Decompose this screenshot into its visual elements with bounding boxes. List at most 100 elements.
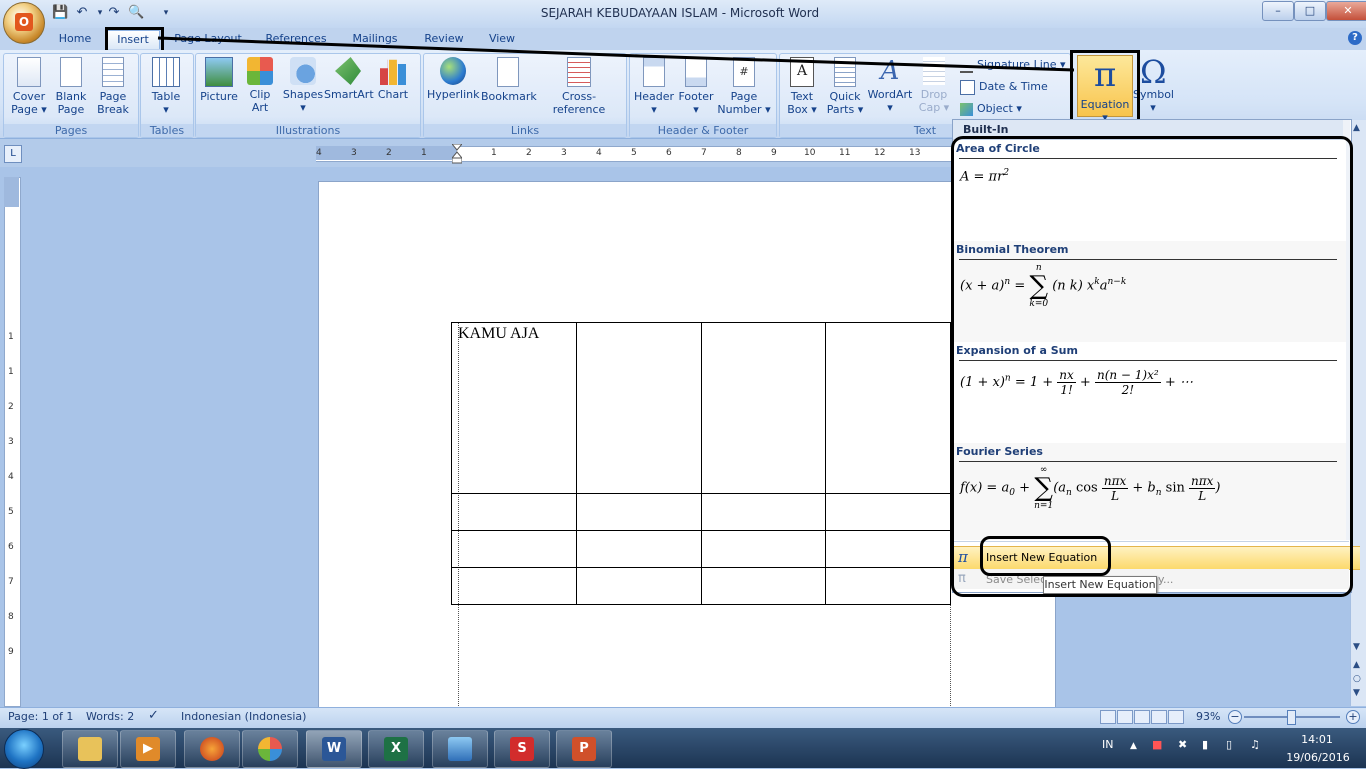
table-row: KAMU AJA (451, 322, 951, 494)
vruler-number: 9 (8, 647, 14, 657)
office-logo-icon: O (15, 13, 33, 31)
table-cell[interactable] (575, 492, 702, 531)
ruler-number: 3 (561, 148, 567, 158)
table-row (451, 492, 951, 531)
ruler-number: 9 (771, 148, 777, 158)
folder-icon (78, 737, 102, 761)
ruler-number: 10 (804, 148, 816, 158)
table-cell[interactable] (825, 492, 951, 531)
table-cell[interactable] (451, 529, 577, 568)
ruler-numbers: 4 3 2 1 1 2 3 4 5 6 7 8 9 10 11 12 13 (316, 146, 954, 160)
ruler-number: 3 (351, 148, 357, 158)
proofing-icon[interactable]: ✓ (148, 708, 159, 723)
draft-view-icon[interactable] (1168, 710, 1184, 724)
scroll-down-icon[interactable]: ▼ (1353, 642, 1360, 652)
browse-object-icon[interactable]: ○ (1353, 674, 1361, 684)
taskbar-word[interactable]: W (306, 730, 362, 768)
show-hidden-icons[interactable]: ▲ (1130, 741, 1137, 751)
app-icon: S (510, 737, 534, 761)
print-layout-view-icon[interactable] (1100, 710, 1116, 724)
ruler-number: 12 (874, 148, 886, 158)
table-cell[interactable] (700, 529, 827, 568)
document-table[interactable]: KAMU AJA (451, 322, 951, 606)
word-icon: W (322, 737, 346, 761)
table-cell[interactable] (825, 322, 951, 494)
gallery-header-label: Built-In (963, 123, 1009, 136)
power-icon[interactable]: ▯ (1226, 738, 1232, 751)
taskbar-explorer[interactable] (62, 730, 118, 768)
ruler-number: 6 (666, 148, 672, 158)
zoom-slider-thumb[interactable] (1287, 710, 1296, 725)
taskbar-media-player[interactable]: ▶ (120, 730, 176, 768)
table-cell[interactable] (825, 566, 951, 606)
table-cell[interactable] (451, 492, 577, 531)
vruler-number: 1 (8, 367, 14, 377)
ruler-number: 8 (736, 148, 742, 158)
vruler-number: 3 (8, 437, 14, 447)
table-cell[interactable] (575, 529, 702, 568)
vruler-number: 5 (8, 507, 14, 517)
ruler-number: 4 (596, 148, 602, 158)
web-layout-view-icon[interactable] (1134, 710, 1150, 724)
scroll-up-icon[interactable]: ▲ (1353, 123, 1360, 133)
firefox-icon (200, 737, 224, 761)
table-cell[interactable]: KAMU AJA (451, 322, 577, 494)
vruler-number: 6 (8, 542, 14, 552)
clock-time[interactable]: 14:01 (1297, 733, 1337, 746)
taskbar-excel[interactable]: X (368, 730, 424, 768)
table-row (451, 566, 951, 606)
zoom-level[interactable]: 93% (1196, 710, 1220, 723)
ruler-number: 11 (839, 148, 851, 158)
powerpoint-icon: P (572, 737, 596, 761)
tray-app-icon[interactable]: ■ (1152, 738, 1162, 751)
page-count-status[interactable]: Page: 1 of 1 (8, 710, 73, 723)
vruler-number: 4 (8, 472, 14, 482)
table-cell[interactable] (700, 322, 827, 494)
taskbar-paint[interactable] (242, 730, 298, 768)
word-count-status[interactable]: Words: 2 (86, 710, 134, 723)
table-row (451, 529, 951, 568)
start-button[interactable] (4, 729, 44, 769)
tray-tool-icon[interactable]: ✖ (1178, 738, 1187, 751)
table-cell[interactable] (700, 492, 827, 531)
vruler-number: 8 (8, 612, 14, 622)
media-player-icon: ▶ (136, 737, 160, 761)
outline-view-icon[interactable] (1151, 710, 1167, 724)
vruler-number: 2 (8, 402, 14, 412)
taskbar-photo-viewer[interactable] (432, 730, 488, 768)
vruler-number: 1 (8, 332, 14, 342)
taskbar-powerpoint[interactable]: P (556, 730, 612, 768)
taskbar-firefox[interactable] (184, 730, 240, 768)
language-status[interactable]: Indonesian (Indonesia) (181, 710, 306, 723)
indent-marker[interactable] (450, 143, 464, 164)
clock-date[interactable]: 19/06/2016 (1276, 751, 1360, 764)
ruler-number: 7 (701, 148, 707, 158)
paint-icon (258, 737, 282, 761)
next-page-icon[interactable]: ▼ (1353, 688, 1360, 698)
full-screen-reading-view-icon[interactable] (1117, 710, 1133, 724)
vruler-number: 7 (8, 577, 14, 587)
network-icon[interactable]: ▮ (1202, 738, 1208, 751)
photo-viewer-icon (448, 737, 472, 761)
zoom-out-button[interactable]: − (1228, 710, 1242, 724)
table-cell[interactable] (451, 566, 577, 606)
ruler-number: 1 (421, 148, 427, 158)
vertical-ruler-numbers: 1 1 2 3 4 5 6 7 8 9 (4, 177, 19, 705)
table-cell[interactable] (575, 566, 702, 606)
tab-selector[interactable]: L (4, 145, 22, 163)
table-cell[interactable] (825, 529, 951, 568)
ruler-number: 1 (491, 148, 497, 158)
excel-icon: X (384, 737, 408, 761)
taskbar-app[interactable]: S (494, 730, 550, 768)
table-cell[interactable] (700, 566, 827, 606)
table-cell[interactable] (575, 322, 702, 494)
ruler-number: 13 (909, 148, 921, 158)
previous-page-icon[interactable]: ▲ (1353, 660, 1360, 670)
office-button[interactable]: O (3, 2, 45, 44)
ruler-number: 2 (526, 148, 532, 158)
language-indicator[interactable]: IN (1102, 738, 1113, 751)
volume-icon[interactable]: ♫ (1250, 738, 1260, 751)
zoom-in-button[interactable]: + (1346, 710, 1360, 724)
annotation-box-gallery (951, 136, 1353, 597)
annotation-box-insert-new-equation (980, 536, 1111, 576)
